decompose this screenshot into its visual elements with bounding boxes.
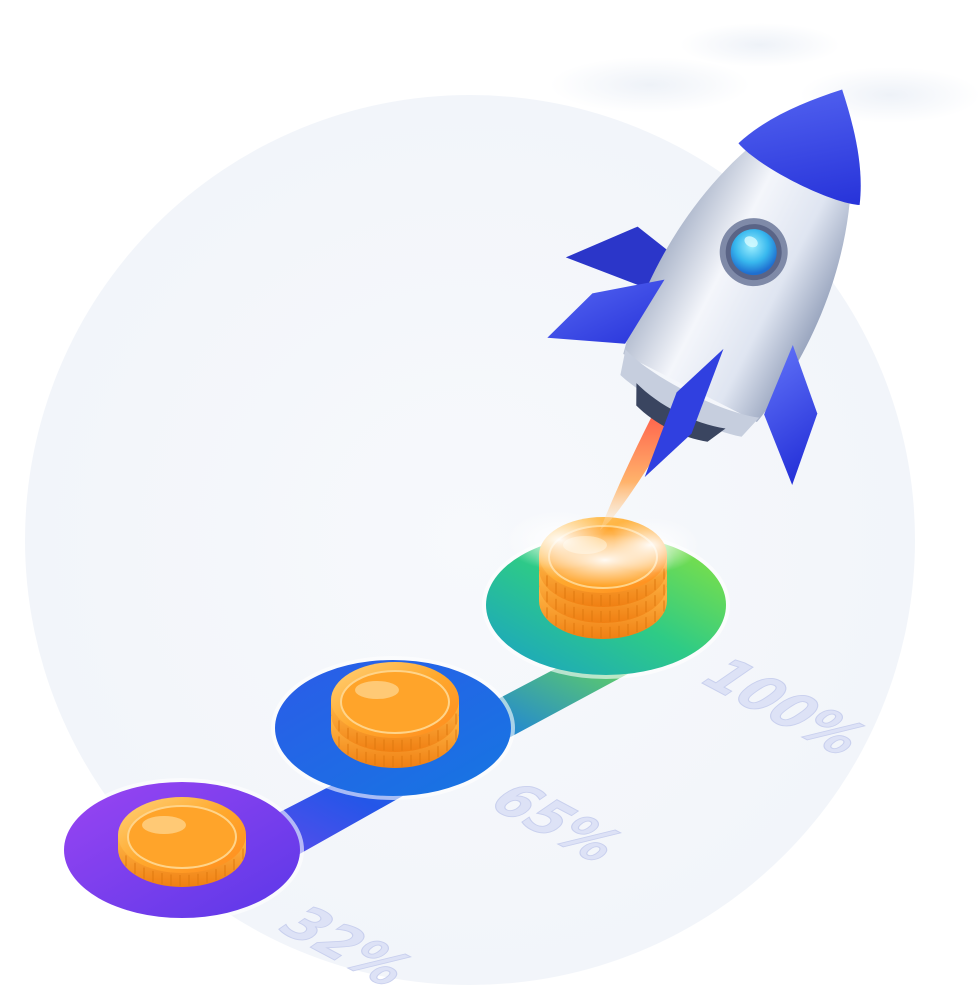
cloud-decoration bbox=[550, 23, 980, 123]
coin bbox=[331, 662, 459, 752]
coin-stack-32 bbox=[118, 797, 246, 887]
coin-stack-65 bbox=[331, 662, 459, 768]
growth-rocket-illustration: 32% 65% 100% bbox=[25, 23, 980, 995]
coin bbox=[118, 797, 246, 887]
